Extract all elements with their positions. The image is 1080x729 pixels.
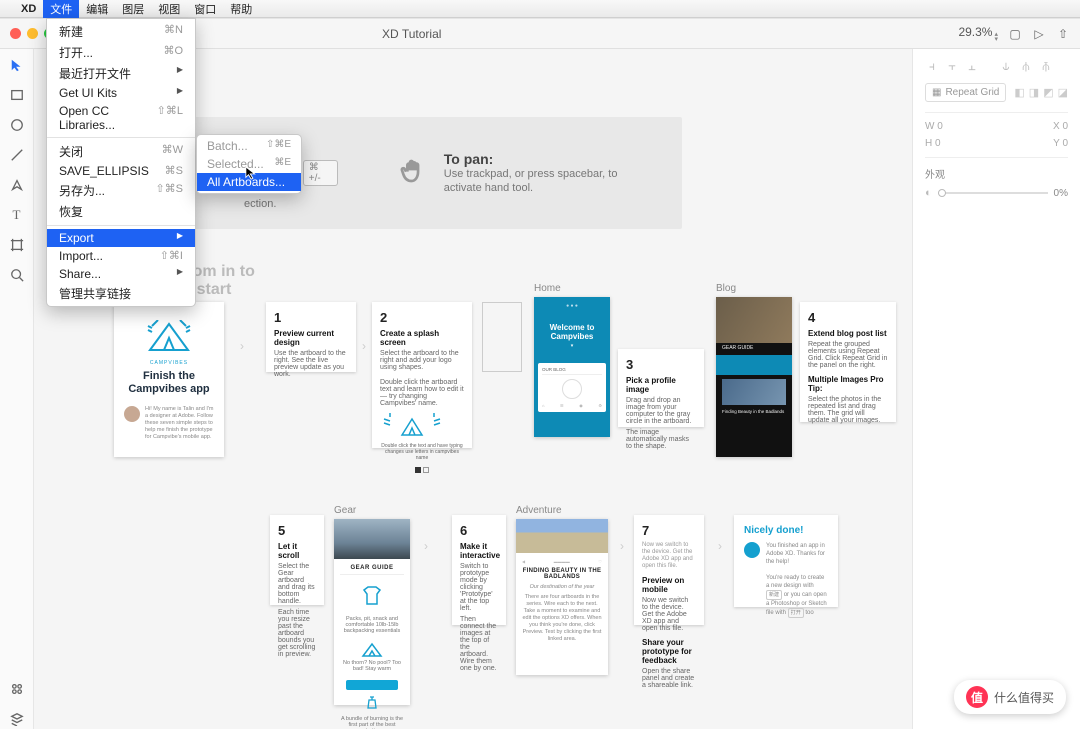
opacity-icon: ◐ [925,187,932,199]
menu-view[interactable]: 视图 [151,0,187,18]
share-icon[interactable]: ⇧ [1056,27,1070,41]
menu-recent[interactable]: 最近打开文件 [47,63,195,84]
menu-share[interactable]: Share... [47,265,195,283]
window-close-icon[interactable] [10,28,21,39]
hand-icon [398,156,430,190]
menu-revert[interactable]: 恢复 [47,201,195,222]
step-card-2[interactable]: 2Create a splash screenSelect the artboa… [372,302,472,448]
badge-icon: 值 [966,686,988,708]
align-top-icon[interactable]: ⫝ [999,59,1013,73]
menu-uikits[interactable]: Get UI Kits [47,84,195,102]
bool-sub-icon[interactable]: ◨ [1029,86,1039,99]
left-toolbar: T [0,49,34,729]
adventure-artboard[interactable]: Adventure ◀▬▬▬▬♡ FINDING BEAUTY IN THE B… [516,519,608,675]
bool-exc-icon[interactable]: ◪ [1058,86,1068,99]
play-preview-icon[interactable]: ▷ [1032,27,1046,41]
window-minimize-icon[interactable] [27,28,38,39]
watermark-badge: 值 什么值得买 [954,680,1066,714]
ellipse-tool-icon[interactable] [7,115,27,135]
step-card-5[interactable]: 5Let it scrollSelect the Gear artboard a… [270,515,324,605]
layers-panel-icon[interactable] [7,709,27,729]
align-hcenter-icon[interactable]: ⫟ [945,59,959,73]
assets-panel-icon[interactable] [7,679,27,699]
align-left-icon[interactable]: ⫞ [925,59,939,73]
zoom-shortcut: ⌘ +/- [303,160,338,186]
text-tool-icon[interactable]: T [7,205,27,225]
cta-button[interactable] [346,680,398,690]
menu-new[interactable]: 新建⌘N [47,21,195,42]
export-batch[interactable]: Batch...⇧⌘E [197,137,301,155]
arrow-icon: › [718,539,722,553]
menu-close[interactable]: 关闭⌘W [47,141,195,162]
device-preview-icon[interactable]: ▢ [1008,27,1022,41]
rectangle-tool-icon[interactable] [7,85,27,105]
line-tool-icon[interactable] [7,145,27,165]
menu-open[interactable]: 打开...⌘O [47,42,195,63]
cursor-icon [245,166,259,185]
zoom-tool-icon[interactable] [7,265,27,285]
document-title: XD Tutorial [65,27,958,41]
menu-import[interactable]: Import...⇧⌘I [47,247,195,265]
menu-layer[interactable]: 图层 [115,0,151,18]
menu-window[interactable]: 窗口 [187,0,223,18]
intro-artboard[interactable]: CAMPVIBES Finish the Campvibes app Hi! M… [114,302,224,457]
opacity-slider[interactable] [938,192,1048,194]
bool-add-icon[interactable]: ◧ [1014,86,1024,99]
export-submenu[interactable]: Batch...⇧⌘E Selected...⌘E All Artboards.… [196,134,302,194]
arrow-icon: › [620,539,624,553]
app-menu[interactable]: XD [14,2,43,16]
menu-export[interactable]: Export [47,229,195,247]
step-card-7[interactable]: 7 Now we switch to the device. Get the A… [634,515,704,625]
step-card-4[interactable]: 4Extend blog post listRepeat the grouped… [800,302,896,422]
file-menu-dropdown[interactable]: 新建⌘N 打开...⌘O 最近打开文件 Get UI Kits Open CC … [46,18,196,307]
step-card-1[interactable]: 1Preview current designUse the artboard … [266,302,356,372]
tent-tiny-icon [361,642,383,658]
step-card-3[interactable]: 3Pick a profile imageDrag and drop an im… [618,349,704,427]
avatar [124,406,140,422]
gear-artboard[interactable]: Gear GEAR GUIDE Packs, pit, snack and co… [334,519,410,705]
bool-int-icon[interactable]: ◩ [1043,86,1053,99]
mac-menubar[interactable]: XD 文件 编辑 图层 视图 窗口 帮助 [0,0,1080,18]
shirt-icon [360,584,384,608]
select-tool-icon[interactable] [7,55,27,75]
zoom-level[interactable]: 29.3%▴▾ [958,25,998,42]
menu-save[interactable]: SAVE_ELLIPSIS⌘S [47,162,195,180]
avatar [744,542,760,558]
lantern-icon [365,696,379,712]
arrow-icon: › [362,339,366,353]
blog-artboard[interactable]: Blog GEAR GUIDE Finding Beauty in the Ba… [716,297,792,457]
menu-cclib[interactable]: Open CC Libraries...⇧⌘L [47,102,195,134]
tent-small-icon [380,413,444,437]
align-bottom-icon[interactable]: ⫚ [1039,59,1053,73]
menu-manage-share[interactable]: 管理共享链接 [47,283,195,304]
inspector-panel: ⫞⫟⫠ ⫝⫛⫚ ▦ Repeat Grid ◧◨◩◪ W 0 X 0 H 0 Y… [912,49,1080,729]
repeat-grid-button[interactable]: ▦ Repeat Grid [925,83,1006,102]
arrow-icon: › [240,339,244,353]
nicely-done-card[interactable]: Nicely done! You finished an app in Adob… [734,515,838,607]
menu-edit[interactable]: 编辑 [79,0,115,18]
align-right-icon[interactable]: ⫠ [965,59,979,73]
menu-saveas[interactable]: 另存为...⇧⌘S [47,180,195,201]
align-controls[interactable]: ⫞ ⫟ ⫠ ⫝ ⫛ ⫚ [925,59,1068,73]
artboard-tool-icon[interactable] [7,235,27,255]
tent-icon [146,320,192,354]
home-artboard[interactable]: Home ● ● ● Welcome to Campvibes ▾ OUR BL… [534,297,610,437]
pen-tool-icon[interactable] [7,175,27,195]
align-vcenter-icon[interactable]: ⫛ [1019,59,1033,73]
step-card-6[interactable]: 6Make it interactiveSwitch to prototype … [452,515,506,625]
menu-help[interactable]: 帮助 [223,0,259,18]
empty-artboard[interactable] [482,302,522,372]
arrow-icon: › [424,539,428,553]
menu-file[interactable]: 文件 [43,0,79,18]
